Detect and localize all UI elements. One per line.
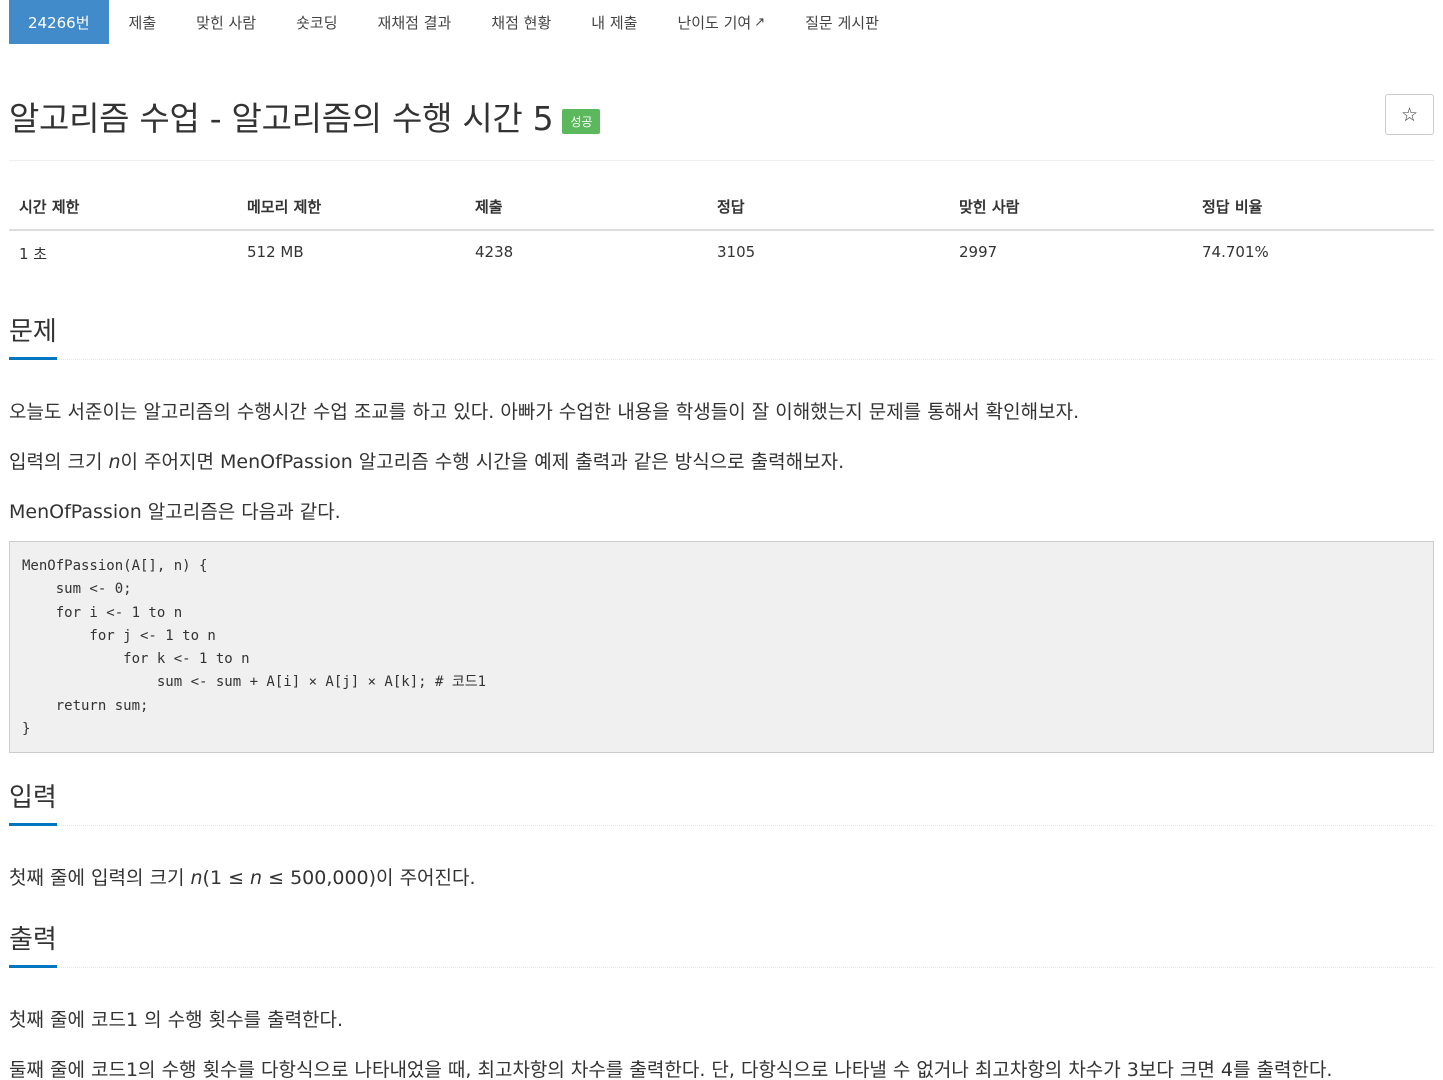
text-fragment: 입력의 크기 xyxy=(9,451,109,473)
value-accepted: 3105 xyxy=(717,243,756,261)
nav-tab-label: 맞힌 사람 xyxy=(196,13,257,32)
problem-paragraph-3: MenOfPassion 알고리즘은 다음과 같다. xyxy=(9,501,341,523)
info-header-row: 시간 제한 메모리 제한 제출 정답 맞힌 사람 정답 비율 xyxy=(9,186,1434,231)
headline: 문제 xyxy=(9,316,1434,360)
nav-tab-solved-users[interactable]: 맞힌 사람 xyxy=(176,0,276,44)
nav-tab-label: 제출 xyxy=(128,13,157,32)
problem-info-table: 시간 제한 메모리 제한 제출 정답 맞힌 사람 정답 비율 1 초 512 M… xyxy=(9,186,1434,272)
problem-nav: 24266번 제출 맞힌 사람 숏코딩 재채점 결과 채점 현황 내 제출 난이… xyxy=(9,0,899,44)
nav-tab-label: 숏코딩 xyxy=(296,13,338,32)
nav-tab-label: 질문 게시판 xyxy=(805,13,879,32)
value-time-limit: 1 초 xyxy=(19,245,48,263)
problem-description-headline: 문제 xyxy=(9,316,1434,360)
status-badge: 성공 xyxy=(562,108,601,134)
text-fragment: 첫째 줄에 입력의 크기 xyxy=(9,867,191,889)
nav-tab-rejudge[interactable]: 재채점 결과 xyxy=(358,0,472,44)
nav-tab-short-coding[interactable]: 숏코딩 xyxy=(276,0,357,44)
section-heading-input: 입력 xyxy=(9,782,57,826)
code-block: MenOfPassion(A[], n) { sum <- 0; for i <… xyxy=(9,541,1434,753)
info-value-row: 1 초 512 MB 4238 3105 2997 74.701% xyxy=(9,230,1434,272)
math-variable: n xyxy=(108,451,121,473)
nav-tab-status[interactable]: 채점 현황 xyxy=(471,0,571,44)
math-variable: n xyxy=(190,867,203,889)
text-fragment: (1 ≤ xyxy=(202,867,251,889)
external-link-icon: ↗ xyxy=(754,14,766,30)
headline: 입력 xyxy=(9,782,1434,826)
text-fragment: ≤ 500,000)이 주어진다. xyxy=(262,867,476,889)
page-title: 알고리즘 수업 - 알고리즘의 수행 시간 5 xyxy=(9,99,554,138)
nav-tab-label: 난이도 기여 xyxy=(677,13,752,32)
nav-tab-label: 24266번 xyxy=(28,13,90,32)
problem-title-row: 알고리즘 수업 - 알고리즘의 수행 시간 5 성공 xyxy=(9,92,601,140)
title-divider xyxy=(9,160,1434,161)
nav-tab-board[interactable]: 질문 게시판 xyxy=(785,0,899,44)
value-submissions: 4238 xyxy=(475,243,514,261)
header-solved-users: 맞힌 사람 xyxy=(949,186,1192,231)
value-ratio: 74.701% xyxy=(1202,243,1269,261)
problem-paragraph-1: 오늘도 서준이는 알고리즘의 수행시간 수업 조교를 하고 있다. 아빠가 수업… xyxy=(9,401,1080,423)
problem-paragraph-2: 입력의 크기 n이 주어지면 MenOfPassion 알고리즘 수행 시간을 … xyxy=(9,447,844,474)
output-headline: 출력 xyxy=(9,924,1434,968)
math-variable: n xyxy=(250,867,263,889)
header-ratio: 정답 비율 xyxy=(1192,186,1434,231)
nav-tab-my-submissions[interactable]: 내 제출 xyxy=(571,0,657,44)
star-icon: ☆ xyxy=(1400,103,1419,126)
input-headline: 입력 xyxy=(9,782,1434,826)
header-memory-limit: 메모리 제한 xyxy=(237,186,465,231)
section-heading-problem: 문제 xyxy=(9,316,57,360)
header-accepted: 정답 xyxy=(707,186,949,231)
headline: 출력 xyxy=(9,924,1434,968)
nav-tab-label: 내 제출 xyxy=(591,13,638,32)
nav-tab-label: 채점 현황 xyxy=(491,13,552,32)
output-paragraph-1: 첫째 줄에 코드1 의 수행 횟수를 출력한다. xyxy=(9,1009,344,1031)
section-heading-output: 출력 xyxy=(9,924,57,968)
text-fragment: 이 주어지면 MenOfPassion 알고리즘 수행 시간을 예제 출력과 같… xyxy=(120,451,845,473)
favorite-button[interactable]: ☆ xyxy=(1385,94,1434,135)
nav-tab-difficulty[interactable]: 난이도 기여 ↗ xyxy=(657,0,785,44)
input-paragraph: 첫째 줄에 입력의 크기 n(1 ≤ n ≤ 500,000)이 주어진다. xyxy=(9,863,476,890)
header-time-limit: 시간 제한 xyxy=(9,186,237,231)
header-submissions: 제출 xyxy=(465,186,707,231)
nav-tab-submit[interactable]: 제출 xyxy=(109,0,177,44)
value-solved-users: 2997 xyxy=(959,243,998,261)
value-memory-limit: 512 MB xyxy=(247,243,304,261)
nav-tab-problem[interactable]: 24266번 xyxy=(9,0,109,44)
nav-tab-label: 재채점 결과 xyxy=(377,13,452,32)
output-paragraph-2: 둘째 줄에 코드1의 수행 횟수를 다항식으로 나타내었을 때, 최고차항의 차… xyxy=(9,1059,1333,1080)
